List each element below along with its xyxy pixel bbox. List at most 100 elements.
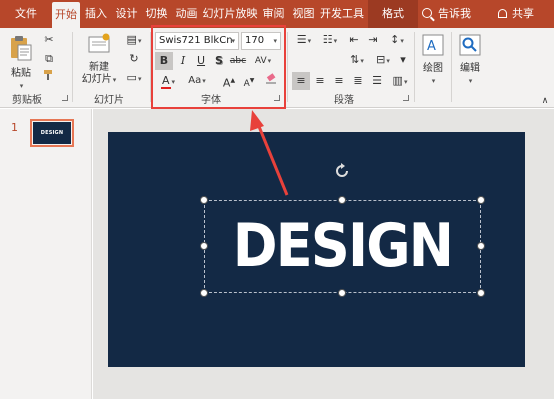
- editing-label: 编辑: [460, 63, 480, 74]
- layout-button[interactable]: ▤▾: [121, 31, 147, 49]
- resize-handle-top-right[interactable]: [477, 196, 485, 204]
- person-icon: [498, 9, 507, 18]
- text-direction-icon: ⇅: [350, 53, 360, 66]
- slide-thumbnail-pane: 1 DESIGN: [0, 109, 92, 399]
- clipboard-launcher-icon[interactable]: [62, 95, 68, 101]
- copy-button[interactable]: ⧉: [40, 50, 58, 68]
- paste-label: 粘贴: [11, 68, 31, 79]
- rotate-handle-icon[interactable]: [333, 162, 351, 180]
- tab-animations[interactable]: 动画: [172, 0, 201, 28]
- group-separator: [414, 32, 415, 102]
- tab-format[interactable]: 格式: [368, 0, 418, 28]
- paste-button[interactable]: 粘贴 ▾: [6, 34, 36, 92]
- resize-handle-bottom-right[interactable]: [477, 289, 485, 297]
- slide-editor-pane: DESIGN: [93, 109, 554, 399]
- align-text-icon: ⊟: [376, 53, 386, 66]
- smartart-button[interactable]: ▾: [396, 51, 410, 69]
- new-slide-label-1: 新建: [89, 62, 109, 73]
- slide-canvas[interactable]: DESIGN: [108, 132, 525, 367]
- search-icon: [422, 8, 432, 18]
- new-slide-label-2: 幻灯片▾: [81, 74, 117, 85]
- align-center-button[interactable]: ≡: [311, 72, 329, 90]
- slide-thumbnail[interactable]: DESIGN: [33, 122, 71, 144]
- tab-design[interactable]: 设计: [112, 0, 141, 28]
- resize-handle-bottom[interactable]: [338, 289, 346, 297]
- numbering-icon: ☷: [322, 33, 333, 46]
- layout-icon: ▤: [126, 33, 137, 46]
- align-text-button[interactable]: ⊟▾: [371, 51, 395, 69]
- tab-review[interactable]: 审阅: [259, 0, 288, 28]
- columns-button[interactable]: ▥▾: [389, 72, 411, 90]
- chevron-up-icon: ∧: [541, 96, 549, 106]
- increase-indent-button[interactable]: ⇥: [364, 31, 382, 49]
- section-icon: ▭: [126, 71, 137, 84]
- text-direction-button[interactable]: ⇅▾: [345, 51, 369, 69]
- drawing-button[interactable]: A 绘图 ▾: [417, 33, 449, 87]
- distributed-icon: ☰: [372, 74, 382, 87]
- tab-view[interactable]: 视图: [289, 0, 318, 28]
- line-spacing-icon: ↕: [390, 33, 400, 46]
- ribbon-tab-bar: 文件 开始 插入 设计 切换 动画 幻灯片放映 审阅 视图 开发工具 格式 告诉…: [0, 0, 554, 28]
- tab-slideshow[interactable]: 幻灯片放映: [202, 0, 258, 28]
- tell-me-label: 告诉我: [438, 7, 471, 20]
- group-separator: [72, 32, 73, 102]
- numbering-button[interactable]: ☷▾: [318, 31, 342, 49]
- align-left-icon: ≡: [296, 74, 306, 87]
- resize-handle-top-left[interactable]: [200, 196, 208, 204]
- cut-button[interactable]: ✂: [40, 31, 58, 49]
- paragraph-launcher-icon[interactable]: [403, 95, 409, 101]
- clipboard-group-label: 剪贴板: [12, 95, 42, 106]
- reset-button[interactable]: ↻: [121, 50, 147, 68]
- drawing-label: 绘图: [423, 63, 443, 74]
- slides-group-label: 幻灯片: [94, 95, 124, 106]
- share-button[interactable]: 共享: [498, 0, 534, 28]
- resize-handle-right[interactable]: [477, 242, 485, 250]
- justify-icon: ≣: [353, 74, 363, 87]
- tab-home[interactable]: 开始: [52, 2, 80, 28]
- slide-title-text[interactable]: DESIGN: [218, 200, 467, 293]
- tell-me-button[interactable]: 告诉我: [422, 0, 471, 28]
- magnifier-icon: [459, 34, 481, 56]
- new-slide-icon: [88, 33, 110, 53]
- columns-icon: ▥: [392, 74, 403, 87]
- group-separator: [451, 32, 452, 102]
- chevron-down-icon: ▾: [468, 77, 473, 85]
- distributed-button[interactable]: ☰: [368, 72, 386, 90]
- tab-transitions[interactable]: 切换: [142, 0, 171, 28]
- paintbrush-icon: [44, 70, 52, 80]
- copy-icon: ⧉: [45, 52, 53, 65]
- smartart-icon: ▾: [400, 53, 406, 66]
- group-separator: [287, 32, 288, 102]
- align-right-icon: ≡: [334, 74, 344, 87]
- format-painter-button[interactable]: [40, 69, 58, 87]
- tab-developer[interactable]: 开发工具: [319, 0, 365, 28]
- collapse-ribbon-button[interactable]: ∧: [536, 92, 554, 110]
- tab-insert[interactable]: 插入: [81, 0, 111, 28]
- reset-icon: ↻: [129, 52, 139, 65]
- align-right-button[interactable]: ≡: [330, 72, 348, 90]
- new-slide-button[interactable]: 新建 幻灯片▾: [78, 32, 120, 86]
- slide-number: 1: [11, 121, 18, 134]
- share-label: 共享: [512, 7, 534, 20]
- chevron-down-icon: ▾: [431, 77, 436, 85]
- clipboard-icon: [11, 36, 32, 61]
- resize-handle-left[interactable]: [200, 242, 208, 250]
- align-left-button[interactable]: ≡: [292, 72, 310, 90]
- svg-text:A: A: [427, 39, 436, 54]
- shapes-icon: A: [422, 34, 444, 56]
- resize-handle-top[interactable]: [338, 196, 346, 204]
- outdent-icon: ⇤: [349, 33, 359, 46]
- paragraph-group-label: 段落: [334, 95, 354, 106]
- section-button[interactable]: ▭▾: [121, 69, 147, 87]
- bullets-button[interactable]: ☰▾: [292, 31, 316, 49]
- decrease-indent-button[interactable]: ⇤: [345, 31, 363, 49]
- line-spacing-button[interactable]: ↕▾: [385, 31, 409, 49]
- font-group-highlight: [151, 25, 286, 109]
- indent-icon: ⇥: [368, 33, 378, 46]
- editing-button[interactable]: 编辑 ▾: [454, 33, 486, 87]
- align-center-icon: ≡: [315, 74, 325, 87]
- resize-handle-bottom-left[interactable]: [200, 289, 208, 297]
- justify-button[interactable]: ≣: [349, 72, 367, 90]
- scissors-icon: ✂: [44, 33, 54, 46]
- tab-file[interactable]: 文件: [8, 0, 44, 28]
